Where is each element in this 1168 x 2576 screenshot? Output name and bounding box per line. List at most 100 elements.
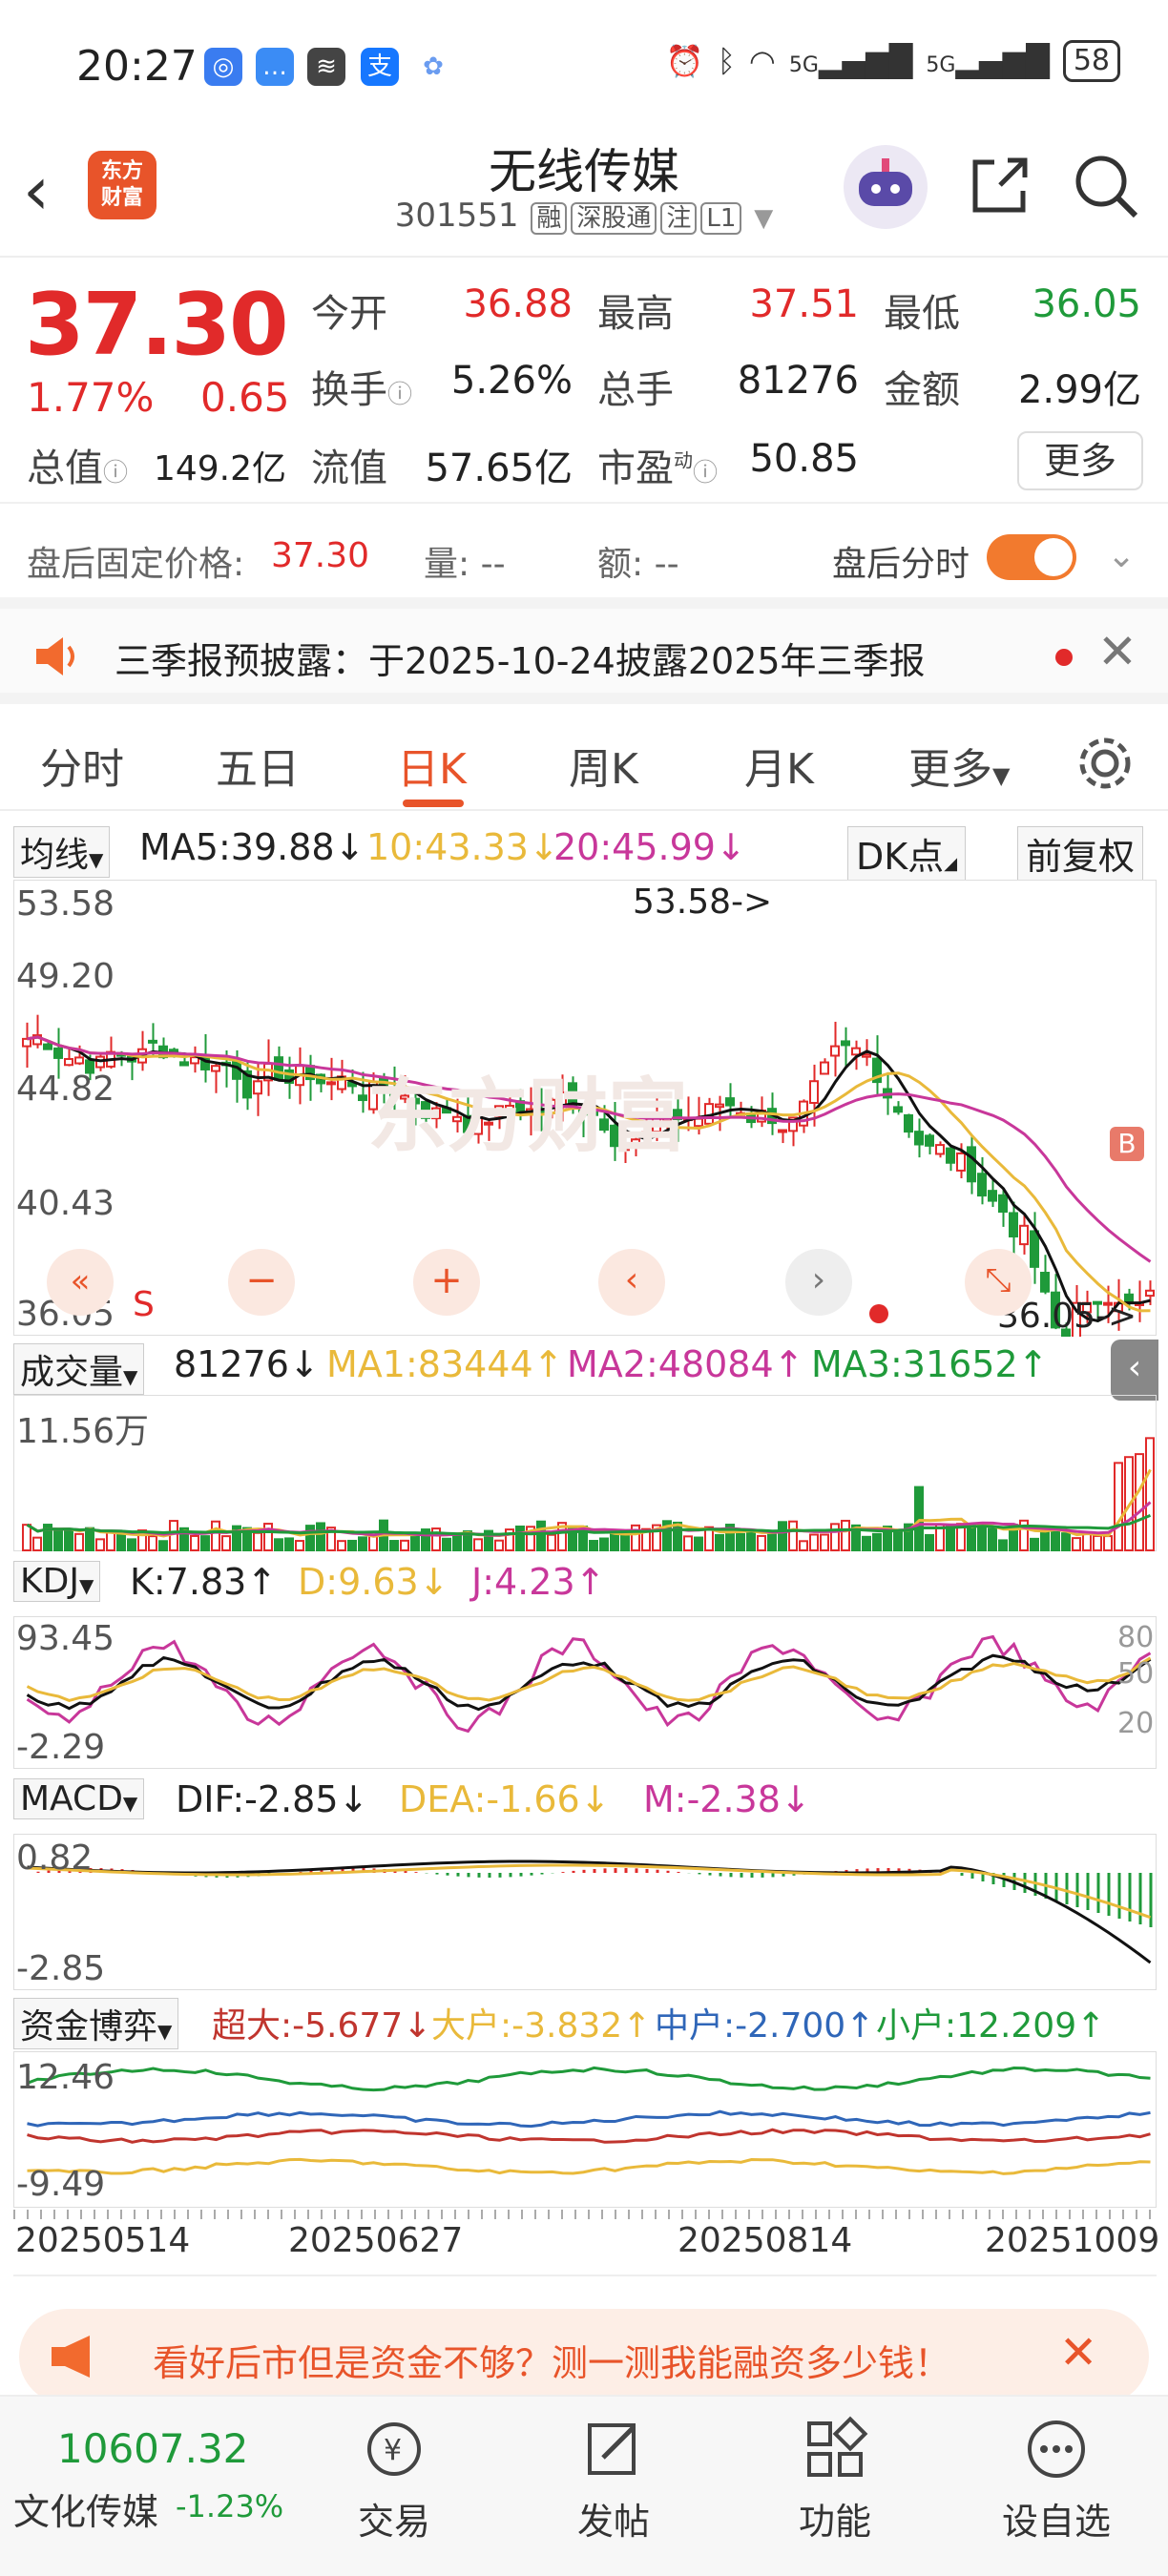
tab-five-day[interactable]: 五日 bbox=[216, 735, 300, 796]
scroll-right-icon[interactable]: › bbox=[785, 1249, 852, 1316]
kline-candle bbox=[1145, 1289, 1155, 1298]
volume-bar bbox=[998, 1539, 1008, 1551]
fund-super-line bbox=[27, 2128, 1151, 2144]
volume-bar bbox=[85, 1527, 94, 1552]
volume-bar bbox=[820, 1533, 829, 1551]
dk-point-button[interactable]: DK点◢ bbox=[847, 826, 967, 881]
volume-bar bbox=[127, 1538, 136, 1552]
x-date-4: 20251009 bbox=[985, 2221, 1160, 2260]
volume-dropdown[interactable]: 成交量▼ bbox=[13, 1343, 145, 1395]
tab-week-k[interactable]: 周K bbox=[569, 735, 638, 796]
macd-chart[interactable]: 0.82 -2.85 bbox=[13, 1834, 1157, 1990]
fullscreen-icon[interactable]: ⤡ bbox=[965, 1249, 1032, 1316]
volume-bar bbox=[1103, 1535, 1113, 1551]
pinwheel-notif-icon: ✿ bbox=[423, 52, 444, 81]
scroll-left-icon[interactable]: ‹ bbox=[598, 1249, 665, 1316]
macd-bar bbox=[1117, 1873, 1121, 1919]
macd-bar bbox=[645, 1868, 649, 1873]
fund-mid: 中户:-2.700↑ bbox=[655, 2006, 875, 2046]
notice-bar[interactable]: 三季报预披露：于2025-10-24披露2025年三季报 ✕ bbox=[0, 609, 1168, 704]
chevron-down-icon[interactable]: ⌄ bbox=[1107, 536, 1136, 575]
kdj-chart[interactable]: 93.45 -2.29 80 50 20 bbox=[13, 1616, 1157, 1769]
alipay-notif-icon: 支 bbox=[361, 48, 399, 86]
s-marker: S bbox=[133, 1285, 155, 1324]
yuan-icon: ¥ bbox=[361, 2416, 428, 2483]
macd-m: M:-2.38↓ bbox=[643, 1778, 811, 1820]
margin-ad-banner[interactable]: 看好后市但是资金不够？测一测我能融资多少钱！ ✕ bbox=[19, 2309, 1149, 2404]
volume-bar bbox=[1135, 1453, 1144, 1551]
post-tab[interactable]: 发帖 bbox=[542, 2416, 685, 2545]
volume-bar bbox=[599, 1537, 609, 1551]
volume-chart[interactable]: 11.56万 bbox=[13, 1395, 1157, 1552]
kline-candle bbox=[64, 1057, 73, 1067]
volume-bar bbox=[358, 1536, 367, 1551]
macd-bar bbox=[467, 1873, 470, 1878]
fund-chart[interactable]: 12.46 -9.49 bbox=[13, 2051, 1157, 2208]
search-icon[interactable] bbox=[1073, 153, 1139, 219]
kdj-dropdown[interactable]: KDJ▼ bbox=[13, 1561, 101, 1602]
macd-bar bbox=[540, 1873, 544, 1875]
after-hours-amount: 额: -- bbox=[597, 545, 679, 584]
tab-more[interactable]: 更多▼ bbox=[908, 735, 1010, 796]
status-icons: ⏰ ᛒ ◠ 5G▂▄▆█ 5G▂▄▆█ 58 bbox=[666, 40, 1120, 82]
macd-bar bbox=[603, 1868, 607, 1873]
macd-bar bbox=[435, 1873, 439, 1875]
indicator-dropdown[interactable]: 均线▼ bbox=[13, 826, 111, 878]
pe-value: 50.85 bbox=[749, 437, 859, 481]
watchlist-tab[interactable]: 设自选 bbox=[985, 2416, 1128, 2545]
kline-chart[interactable]: 东方财富 53.58 49.20 44.82 40.43 36.05 53.58… bbox=[13, 880, 1157, 1378]
app-notif-icon: ◎ bbox=[204, 48, 242, 86]
macd-dropdown[interactable]: MACD▼ bbox=[13, 1778, 145, 1819]
close-icon[interactable]: ✕ bbox=[1097, 624, 1137, 679]
kline-candle bbox=[211, 1065, 220, 1072]
tab-month-k[interactable]: 月K bbox=[744, 735, 814, 796]
after-hours-toggle[interactable] bbox=[987, 534, 1076, 580]
volume-bar bbox=[788, 1520, 798, 1552]
zoom-out-icon[interactable]: − bbox=[228, 1249, 295, 1316]
rewind-icon[interactable]: « bbox=[47, 1249, 114, 1316]
after-hours-label: 盘后固定价格: bbox=[27, 545, 245, 584]
kline-candle bbox=[1030, 1230, 1039, 1268]
status-bar: 20:27 ◎ … ≋ 支 ✿ ⏰ ᛒ ◠ 5G▂▄▆█ 5G▂▄▆█ 58 bbox=[0, 0, 1168, 134]
ad-text: 看好后市但是资金不够？测一测我能融资多少钱！ bbox=[153, 2342, 951, 2384]
gear-icon[interactable] bbox=[1076, 735, 1134, 796]
volume-bar bbox=[1072, 1537, 1081, 1552]
kline-candle bbox=[820, 1061, 829, 1075]
edit-icon bbox=[580, 2416, 647, 2483]
macd-bar bbox=[404, 1870, 407, 1873]
functions-tab[interactable]: 功能 bbox=[763, 2416, 907, 2545]
open-value: 36.88 bbox=[463, 282, 573, 326]
close-icon[interactable]: ✕ bbox=[1059, 2326, 1097, 2379]
alarm-icon: ⏰ bbox=[665, 43, 704, 79]
share-icon[interactable] bbox=[966, 153, 1032, 219]
macd-y-bottom: -2.85 bbox=[16, 1949, 106, 1988]
fund-small-line bbox=[26, 2066, 1151, 2092]
buy-marker[interactable]: B bbox=[1110, 1127, 1144, 1161]
chevron-down-icon[interactable]: ▼ bbox=[754, 204, 773, 233]
volume-bar bbox=[316, 1522, 325, 1551]
pe-label: 市盈动ⓘ bbox=[597, 447, 719, 490]
kline-candle bbox=[830, 1045, 840, 1057]
quote-panel: 37.30 1.77% 0.65 今开 36.88 最高 37.51 最低 36… bbox=[0, 260, 1168, 498]
volume-bar bbox=[274, 1538, 283, 1551]
adjust-button[interactable]: 前复权 bbox=[1017, 826, 1144, 881]
volume-bar bbox=[190, 1534, 199, 1551]
kline-candle bbox=[988, 1190, 997, 1202]
ai-assistant-icon[interactable] bbox=[844, 145, 928, 229]
index-ticker[interactable]: 10607.32 文化传媒 -1.23% bbox=[0, 2397, 286, 2576]
collapse-side-icon[interactable]: ‹ bbox=[1111, 1340, 1158, 1401]
volume-bar bbox=[893, 1528, 903, 1551]
more-button[interactable]: 更多 bbox=[1017, 431, 1143, 490]
tab-timeshare[interactable]: 分时 bbox=[40, 735, 124, 796]
volume-bar bbox=[1051, 1530, 1060, 1551]
fund-y-top: 12.46 bbox=[16, 2058, 115, 2097]
fund-dropdown[interactable]: 资金博弈▼ bbox=[13, 1998, 179, 2049]
trade-tab[interactable]: ¥ 交易 bbox=[323, 2416, 466, 2545]
zoom-in-icon[interactable]: + bbox=[413, 1249, 480, 1316]
volume-bar bbox=[400, 1539, 409, 1552]
tab-day-k[interactable]: 日K bbox=[397, 735, 467, 796]
kline-candle bbox=[841, 1040, 850, 1047]
macd-bar bbox=[582, 1869, 586, 1873]
low-label: 最低 bbox=[884, 292, 960, 336]
stock-header: ‹ 东方 财富 无线传媒 301551 融深股通注 L1 ▼ bbox=[0, 134, 1168, 258]
